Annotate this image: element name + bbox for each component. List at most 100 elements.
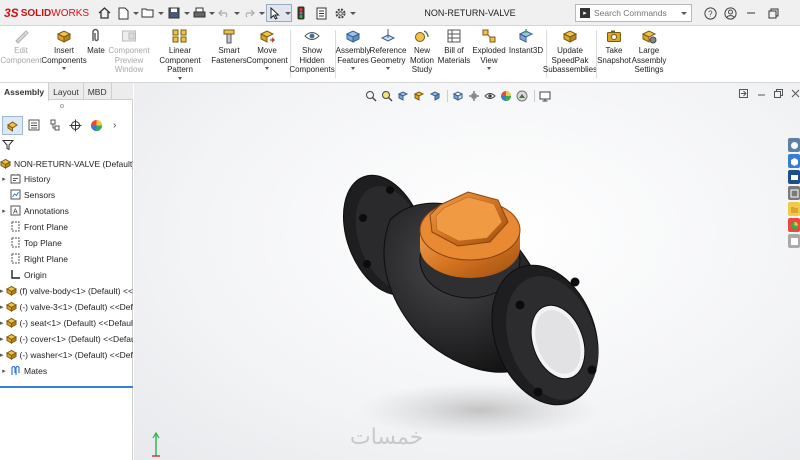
mate-button[interactable]: Mate — [86, 28, 106, 56]
task-pane-tab[interactable] — [788, 234, 800, 248]
tree-item-valve-body[interactable]: ▸ (f) valve-body<1> (Default) <<De — [0, 283, 133, 298]
tree-item-washer[interactable]: ▸ (-) washer<1> (Default) <<Defaul — [0, 347, 133, 362]
tree-item-top-plane[interactable]: Top Plane — [0, 235, 133, 250]
solidworks-resources-tab[interactable] — [788, 138, 800, 152]
tree-item-mates[interactable]: ▸ Mates — [0, 363, 133, 378]
tree-filter[interactable] — [2, 139, 14, 151]
linear-component-pattern-button[interactable]: Linear Component Pattern — [150, 28, 210, 80]
expand-arrow-icon[interactable]: ▸ — [0, 175, 8, 183]
tree-item-history[interactable]: ▸ History — [0, 171, 133, 186]
take-snapshot-button[interactable]: Take Snapshot — [597, 28, 631, 65]
chevron-down-icon — [285, 11, 291, 15]
chevron-down-icon[interactable] — [386, 67, 390, 70]
expand-arrow-icon[interactable]: ▸ — [0, 335, 4, 343]
instant3d-button[interactable]: Instant3D — [508, 28, 544, 56]
component-preview-window-button[interactable]: Component Preview Window — [108, 28, 150, 75]
section-view-button[interactable] — [412, 90, 425, 103]
bill-of-materials-button[interactable]: Bill of Materials — [438, 28, 470, 65]
edit-appearance-button[interactable] — [499, 90, 512, 103]
chevron-down-icon[interactable] — [178, 76, 182, 80]
expand-arrow-icon[interactable]: ▸ — [0, 303, 4, 311]
propertymanager-tab[interactable] — [23, 116, 44, 135]
custom-properties-tab[interactable] — [788, 218, 800, 232]
viewport-minimize-button[interactable] — [757, 89, 766, 98]
print-button[interactable] — [191, 4, 215, 22]
tree-item-cover[interactable]: ▸ (-) cover<1> (Default) <<Default> — [0, 331, 133, 346]
redo-button[interactable] — [241, 4, 265, 22]
appearances-tab[interactable] — [788, 202, 800, 216]
reference-geometry-button[interactable]: Reference Geometry — [370, 28, 406, 70]
dynamic-annotation-button[interactable] — [428, 90, 441, 103]
zoom-to-area-button[interactable] — [380, 90, 393, 103]
tab-layout[interactable]: Layout — [49, 83, 84, 100]
move-component-button[interactable]: Move Component — [246, 28, 288, 70]
featuremanager-tab[interactable] — [2, 115, 23, 135]
zoom-to-fit-button[interactable] — [364, 90, 377, 103]
open-button[interactable] — [140, 4, 164, 22]
tree-item-valve-3[interactable]: ▸ (-) valve-3<1> (Default) <<Defaul — [0, 299, 133, 314]
expand-arrow-icon[interactable]: ▸ — [0, 207, 8, 215]
viewport-expand-button[interactable] — [739, 89, 748, 98]
tree-item-right-plane[interactable]: Right Plane — [0, 251, 133, 266]
insert-components-button[interactable]: Insert Components — [41, 28, 87, 70]
more-tabs-arrow-icon[interactable]: › — [113, 120, 116, 131]
tree-rollback-bar[interactable] — [0, 386, 133, 388]
view-orientation-button[interactable] — [451, 90, 464, 103]
rebuild-button[interactable] — [293, 4, 309, 22]
smart-fasteners-button[interactable]: Smart Fasteners — [211, 28, 247, 65]
design-library-tab[interactable] — [788, 154, 800, 168]
tree-root-assembly[interactable]: NON-RETURN-VALVE (Default) <Displ — [0, 156, 133, 171]
chevron-down-icon[interactable] — [681, 12, 687, 15]
expand-arrow-icon[interactable]: ▸ — [0, 351, 4, 359]
chevron-down-icon[interactable] — [351, 67, 355, 70]
new-document-button[interactable] — [115, 4, 139, 22]
chevron-down-icon[interactable] — [487, 67, 491, 70]
panel-grip-handle[interactable] — [60, 104, 64, 108]
home-button[interactable] — [96, 4, 112, 22]
tab-assembly[interactable]: Assembly — [0, 83, 50, 101]
solidworks-logo[interactable]: 3S SOLIDWORKS — [4, 6, 89, 20]
tree-item-annotations[interactable]: ▸ A Annotations — [0, 203, 133, 218]
new-motion-study-button[interactable]: New Motion Study — [407, 28, 437, 75]
file-explorer-tab[interactable] — [788, 170, 800, 184]
view-settings-button[interactable] — [538, 90, 551, 103]
undo-button[interactable] — [216, 4, 240, 22]
restore-button[interactable] — [768, 5, 779, 21]
viewport-restore-button[interactable] — [774, 89, 783, 98]
tree-item-sensors[interactable]: Sensors — [0, 187, 133, 202]
expand-arrow-icon[interactable]: ▸ — [0, 319, 4, 327]
select-button[interactable] — [266, 4, 292, 22]
options-button[interactable] — [332, 4, 356, 22]
large-assembly-settings-button[interactable]: Large Assembly Settings — [632, 28, 666, 75]
assembly-features-button[interactable]: Assembly Features — [336, 28, 370, 70]
chevron-down-icon[interactable] — [62, 67, 66, 70]
file-properties-button[interactable] — [313, 4, 329, 22]
view-palette-tab[interactable] — [788, 186, 800, 200]
tree-item-seat[interactable]: ▸ (-) seat<1> (Default) <<Default>_ — [0, 315, 133, 330]
hide-show-items-button[interactable] — [483, 90, 496, 103]
edit-component-button[interactable]: Edit Component — [0, 28, 42, 65]
configurationmanager-tab[interactable] — [44, 116, 65, 135]
expand-arrow-icon[interactable]: ▸ — [0, 287, 4, 295]
search-commands[interactable]: ▸ — [575, 4, 692, 22]
save-button[interactable] — [166, 4, 190, 22]
non-return-valve-model[interactable] — [330, 160, 610, 445]
tab-mbd[interactable]: MBD — [84, 83, 112, 100]
expand-arrow-icon[interactable]: ▸ — [0, 367, 8, 375]
tree-item-origin[interactable]: Origin — [0, 267, 133, 282]
previous-view-button[interactable] — [396, 90, 409, 103]
exploded-view-button[interactable]: Exploded View — [472, 28, 506, 70]
show-hidden-components-button[interactable]: Show Hidden Components — [289, 28, 335, 75]
chevron-down-icon[interactable] — [265, 67, 269, 70]
apply-scene-button[interactable] — [515, 90, 528, 103]
minimize-button[interactable] — [746, 5, 756, 21]
help-button[interactable]: ? — [704, 5, 717, 21]
dimxpertmanager-tab[interactable] — [65, 116, 86, 135]
displaymanager-tab[interactable] — [86, 116, 107, 135]
update-speedpak-button[interactable]: Update SpeedPak Subassemblies — [543, 28, 597, 75]
user-button[interactable] — [724, 5, 737, 21]
display-style-button[interactable] — [467, 90, 480, 103]
viewport-close-button[interactable] — [791, 89, 800, 98]
tree-item-front-plane[interactable]: Front Plane — [0, 219, 133, 234]
search-input[interactable] — [594, 8, 674, 18]
